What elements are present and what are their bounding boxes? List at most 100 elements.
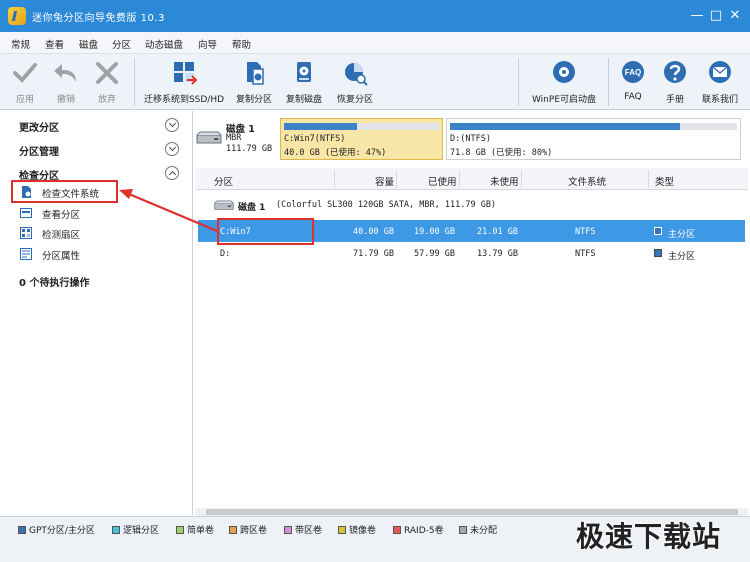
legend-item-raid5: RAID-5卷 xyxy=(393,523,444,536)
faq-label: FAQ xyxy=(624,92,642,102)
maximize-button[interactable]: □ xyxy=(708,8,724,24)
discard-button[interactable]: 放弃 xyxy=(93,60,121,105)
chevron-down-icon[interactable] xyxy=(165,142,179,156)
cell-used: 19.00 GB xyxy=(414,227,455,237)
title-bar: 迷你兔分区向导免费版 10.3 — □ ✕ xyxy=(0,0,750,32)
disk-info: 磁盘 1 MBR 111.79 GB xyxy=(196,113,278,161)
cell-file-system: NTFS xyxy=(575,227,596,237)
legend-swatch xyxy=(393,526,401,534)
menu-wizard[interactable]: 向导 xyxy=(198,37,217,51)
menu-general[interactable]: 常规 xyxy=(11,37,30,51)
menu-partition[interactable]: 分区 xyxy=(112,37,131,51)
manual-button[interactable]: 手册 xyxy=(659,60,691,105)
legend-label: 未分配 xyxy=(470,526,498,536)
undo-button[interactable]: 撤销 xyxy=(52,60,80,105)
mail-icon xyxy=(709,61,731,83)
column-divider[interactable] xyxy=(334,170,335,188)
partition-block-label: C:Win7(NTFS) xyxy=(284,134,346,144)
menu-help[interactable]: 帮助 xyxy=(232,37,251,51)
winpe-label: WinPE可启动盘 xyxy=(531,95,597,105)
window-title: 迷你兔分区向导免费版 10.3 xyxy=(32,13,165,24)
restore-partition-button[interactable]: 恢复分区 xyxy=(333,60,377,105)
close-button[interactable]: ✕ xyxy=(727,8,743,24)
partition-type-swatch xyxy=(654,227,662,235)
copy-partition-label: 复制分区 xyxy=(235,95,272,105)
callout-box-c-partition xyxy=(217,218,314,245)
legend-swatch xyxy=(459,526,467,534)
hard-drive-icon xyxy=(196,131,222,144)
chevron-up-icon[interactable] xyxy=(165,166,179,180)
partition-block-d[interactable]: D:(NTFS) 71.8 GB (已使用: 80%) xyxy=(446,118,741,160)
callout-box-check-file-system xyxy=(11,180,118,203)
copy-partition-button[interactable]: 复制分区 xyxy=(233,60,275,105)
cell-unused: 21.01 GB xyxy=(477,227,518,237)
section-change-partition[interactable]: 更改分区 xyxy=(19,119,59,134)
toolbar: 应用 撤销 放弃 迁移系统到SSD/HD 复制分区 复制磁盘 恢复分区 WinP… xyxy=(0,54,750,110)
operations-sidebar: 更改分区 分区管理 检查分区 检查文件系统 查看分区 检测扇区 分区属性 0 个… xyxy=(0,111,193,515)
usage-bar xyxy=(284,123,439,130)
manual-label: 手册 xyxy=(665,95,684,105)
discard-x-icon xyxy=(96,62,118,84)
legend-item-mirrored: 镜像卷 xyxy=(338,523,376,536)
migrate-os-label: 迁移系统到SSD/HD xyxy=(143,95,225,105)
legend-label: 镜像卷 xyxy=(349,526,377,536)
toolbar-separator xyxy=(608,58,609,106)
callout-arrow-icon xyxy=(119,189,218,233)
restore-partition-label: 恢复分区 xyxy=(336,95,373,105)
partition-block-detail: 71.8 GB (已使用: 80%) xyxy=(450,148,553,158)
column-divider[interactable] xyxy=(648,170,649,188)
menu-view[interactable]: 查看 xyxy=(45,37,64,51)
legend-item-spanned: 跨区卷 xyxy=(229,523,267,536)
chevron-down-icon[interactable] xyxy=(165,118,179,132)
column-divider[interactable] xyxy=(396,170,397,188)
usage-bar-fill xyxy=(450,123,680,130)
winpe-bootable-button[interactable]: WinPE可启动盘 xyxy=(525,60,603,105)
legend-swatch xyxy=(176,526,184,534)
view-partition-icon xyxy=(20,208,32,218)
apply-button[interactable]: 应用 xyxy=(11,60,39,105)
column-header-type[interactable]: 类型 xyxy=(655,174,674,188)
column-header-unused[interactable]: 未使用 xyxy=(490,174,519,188)
faq-button[interactable]: FAQ FAQ xyxy=(617,60,649,102)
column-divider[interactable] xyxy=(459,170,460,188)
sidebar-item-label: 检测扇区 xyxy=(42,230,81,241)
legend-swatch xyxy=(229,526,237,534)
copy-disk-button[interactable]: 复制磁盘 xyxy=(283,60,325,105)
usage-bar xyxy=(450,123,737,130)
column-divider[interactable] xyxy=(521,170,522,188)
sidebar-item-label: 查看分区 xyxy=(42,210,81,221)
help-question-icon xyxy=(664,61,686,83)
menu-disk[interactable]: 磁盘 xyxy=(79,37,98,51)
table-row[interactable]: D: 71.79 GB 57.99 GB 13.79 GB NTFS 主分区 xyxy=(198,242,745,264)
menu-bar: 常规 查看 磁盘 分区 动态磁盘 向导 帮助 xyxy=(0,32,750,54)
toolbar-separator xyxy=(518,58,519,106)
cell-type: 主分区 xyxy=(668,252,696,262)
cell-unused: 13.79 GB xyxy=(477,249,518,259)
legend-label: RAID-5卷 xyxy=(404,526,444,536)
disk-size: 111.79 GB xyxy=(226,144,273,154)
section-partition-management[interactable]: 分区管理 xyxy=(19,143,59,158)
disk-header-name: 磁盘 1 xyxy=(238,203,266,213)
column-header-used[interactable]: 已使用 xyxy=(428,174,457,188)
app-logo-icon xyxy=(8,7,26,25)
disk-map[interactable]: 磁盘 1 MBR 111.79 GB C:Win7(NTFS) 40.0 GB … xyxy=(196,113,744,161)
legend-label: 带区卷 xyxy=(295,526,323,536)
column-header-capacity[interactable]: 容量 xyxy=(375,174,394,188)
cell-partition: D: xyxy=(220,249,231,259)
disk-header-row[interactable]: 磁盘 1 (Colorful SL300 120GB SATA, MBR, 11… xyxy=(198,193,745,215)
partition-block-detail: 40.0 GB (已使用: 47%) xyxy=(284,148,387,158)
migrate-os-button[interactable]: 迁移系统到SSD/HD xyxy=(141,60,227,105)
contact-us-button[interactable]: 联系我们 xyxy=(698,60,742,105)
cell-file-system: NTFS xyxy=(575,249,596,259)
minimize-button[interactable]: — xyxy=(689,8,705,24)
menu-dynamic-disk[interactable]: 动态磁盘 xyxy=(145,37,183,51)
legend-item-unallocated: 未分配 xyxy=(459,523,497,536)
undo-arrow-icon xyxy=(54,64,76,82)
discard-label: 放弃 xyxy=(97,95,116,105)
legend-item-striped: 带区卷 xyxy=(284,523,322,536)
pending-operations: 0 个待执行操作 xyxy=(19,278,90,289)
toolbar-separator xyxy=(134,58,135,106)
sidebar-item-label: 分区属性 xyxy=(42,251,81,262)
partition-block-c[interactable]: C:Win7(NTFS) 40.0 GB (已使用: 47%) xyxy=(280,118,443,160)
column-header-file-system[interactable]: 文件系统 xyxy=(568,174,606,188)
